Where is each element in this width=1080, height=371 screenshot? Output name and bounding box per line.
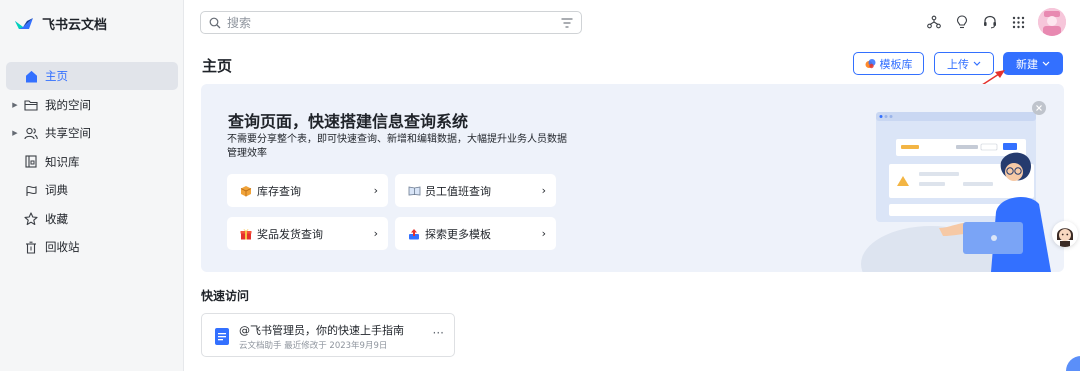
gift-icon <box>239 227 253 241</box>
template-icon <box>865 59 875 69</box>
user-avatar[interactable] <box>1038 8 1066 36</box>
lightbulb-icon[interactable] <box>954 14 970 30</box>
home-icon <box>23 68 39 84</box>
banner-card-label: 奖品发货查询 <box>257 227 323 241</box>
sidebar-item-favorites[interactable]: 收藏 <box>6 205 178 233</box>
sidebar-item-dictionary[interactable]: 词典 <box>6 176 178 204</box>
book-icon <box>23 154 39 170</box>
star-icon <box>23 211 39 227</box>
doc-meta: 云文档助手 最近修改于 2023年9月9日 <box>239 341 388 351</box>
sidebar-item-label: 共享空间 <box>45 126 91 140</box>
new-label: 新建 <box>1016 57 1038 71</box>
sidebar-item-home[interactable]: 主页 <box>6 62 178 90</box>
chevron-right-icon: › <box>373 227 378 240</box>
search-input[interactable] <box>227 15 555 30</box>
template-library-label: 模板库 <box>879 57 913 71</box>
quick-access-title: 快速访问 <box>201 289 250 303</box>
filter-icon[interactable] <box>561 17 573 28</box>
sidebar-item-label: 我的空间 <box>45 97 91 112</box>
sidebar-item-trash[interactable]: 回收站 <box>6 233 178 261</box>
search-icon <box>209 17 221 28</box>
chevron-right-icon: › <box>541 184 546 197</box>
banner-card-inventory[interactable]: 库存查询 › <box>227 174 388 207</box>
trash-icon <box>23 239 39 255</box>
chevron-right-icon: › <box>373 184 378 197</box>
dictionary-icon <box>23 182 39 198</box>
sidebar-item-label: 知识库 <box>45 154 80 169</box>
banner-card-label: 库存查询 <box>257 184 301 198</box>
search-box[interactable] <box>200 11 582 34</box>
assistant-avatar[interactable] <box>1052 221 1078 247</box>
banner-card-staff-duty[interactable]: 员工值班查询 › <box>395 174 556 207</box>
people-icon <box>23 125 39 141</box>
banner-card-label: 员工值班查询 <box>425 184 491 198</box>
more-options-icon[interactable]: ··· <box>433 326 444 340</box>
banner-card-prize-shipping[interactable]: 奖品发货查询 › <box>227 217 388 250</box>
app-logo[interactable]: 飞书云文档 <box>14 12 107 34</box>
banner-illustration <box>861 112 1051 272</box>
expand-caret-icon[interactable]: ▶ <box>10 101 20 109</box>
sidebar: 飞书云文档 主页 ▶ 我的空间 ▶ 共享空间 知识库 词典 收藏 回收站 <box>0 0 184 371</box>
help-fab[interactable] <box>1066 356 1080 371</box>
new-button[interactable]: 新建 <box>1003 52 1063 75</box>
banner-title: 查询页面，快速搭建信息查询系统 <box>228 112 469 131</box>
org-chart-icon[interactable] <box>926 14 942 30</box>
sidebar-item-label: 词典 <box>45 183 68 197</box>
upload-tray-icon <box>407 227 421 241</box>
banner-card-label: 探索更多模板 <box>425 227 491 241</box>
chevron-right-icon: › <box>541 227 546 240</box>
doc-title: @飞书管理员，你的快速上手指南 <box>239 324 404 337</box>
folder-icon <box>23 97 39 113</box>
box-icon <box>239 184 253 198</box>
sidebar-item-label: 回收站 <box>45 240 80 254</box>
expand-caret-icon[interactable]: ▶ <box>10 129 20 137</box>
sidebar-nav: 主页 ▶ 我的空间 ▶ 共享空间 知识库 词典 收藏 回收站 <box>6 62 178 262</box>
headset-icon[interactable] <box>982 14 998 30</box>
banner-card-explore-templates[interactable]: 探索更多模板 › <box>395 217 556 250</box>
feishu-logo-icon <box>15 18 33 29</box>
top-toolbar <box>926 8 1066 36</box>
promo-banner: 查询页面，快速搭建信息查询系统 不需要分享整个表，即可快速查询、新增和编辑数据，… <box>201 84 1064 272</box>
quick-access-doc-card[interactable]: @飞书管理员，你的快速上手指南 云文档助手 最近修改于 2023年9月9日 ··… <box>201 313 455 357</box>
app-grid-icon[interactable] <box>1010 14 1026 30</box>
doc-icon <box>215 328 229 345</box>
sidebar-item-label: 主页 <box>45 69 68 83</box>
sidebar-item-knowledge-base[interactable]: 知识库 <box>6 148 178 176</box>
sidebar-item-my-space[interactable]: ▶ 我的空间 <box>6 91 178 119</box>
app-name: 飞书云文档 <box>42 17 108 33</box>
template-library-button[interactable]: 模板库 <box>853 52 924 75</box>
sidebar-item-label: 收藏 <box>45 211 68 226</box>
sidebar-item-shared-space[interactable]: ▶ 共享空间 <box>6 119 178 147</box>
close-icon <box>1036 105 1042 111</box>
page-title: 主页 <box>202 57 233 75</box>
banner-close-button[interactable] <box>1032 101 1046 115</box>
book-open-icon <box>407 184 421 198</box>
chevron-down-icon <box>1042 61 1050 66</box>
banner-description: 不需要分享整个表，即可快速查询、新增和编辑数据，大幅提升业务人员数据管理效率 <box>227 134 567 159</box>
